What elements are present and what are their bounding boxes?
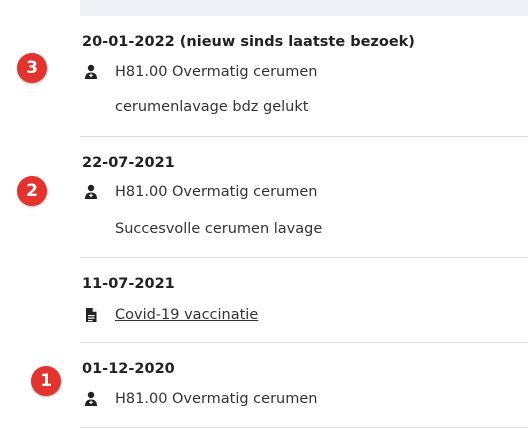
doctor-icon <box>82 63 100 81</box>
header-band <box>80 0 528 16</box>
timeline-entry: 22-07-2021 H81.00 Overmatig cerumen Succ… <box>80 137 528 258</box>
doctor-icon <box>82 183 100 201</box>
diagnosis-text: H81.00 Overmatig cerumen <box>115 64 318 80</box>
doctor-icon <box>82 390 100 408</box>
entry-diagnosis-row: H81.00 Overmatig cerumen <box>82 182 317 202</box>
entry-note: cerumenlavage bdz gelukt <box>115 99 309 115</box>
diagnosis-text: H81.00 Overmatig cerumen <box>115 391 318 407</box>
timeline-page: 20-01-2022 (nieuw sinds laatste bezoek) … <box>0 0 528 428</box>
timeline-entry: 11-07-2021 Covid-19 vaccinatie <box>80 258 528 343</box>
entry-document-row: Covid-19 vaccinatie <box>82 305 258 325</box>
covid-vaccination-link[interactable]: Covid-19 vaccinatie <box>115 307 258 323</box>
entry-date: 22-07-2021 <box>82 155 175 171</box>
document-icon <box>82 306 100 324</box>
entry-date: 20-01-2022 (nieuw sinds laatste bezoek) <box>82 34 415 50</box>
timeline-entry: 01-12-2020 H81.00 Overmatig cerumen <box>80 343 528 428</box>
annotation-badge-2: 2 <box>17 176 47 206</box>
entry-diagnosis-row: H81.00 Overmatig cerumen <box>82 62 317 82</box>
annotation-badge-1: 1 <box>31 366 61 396</box>
entry-note: Succesvolle cerumen lavage <box>115 221 323 237</box>
entry-date: 01-12-2020 <box>82 361 175 377</box>
annotation-badge-3: 3 <box>17 53 47 83</box>
timeline-entry: 20-01-2022 (nieuw sinds laatste bezoek) … <box>80 16 528 137</box>
diagnosis-text: H81.00 Overmatig cerumen <box>115 184 318 200</box>
entry-date: 11-07-2021 <box>82 276 175 292</box>
entry-diagnosis-row: H81.00 Overmatig cerumen <box>82 389 317 409</box>
